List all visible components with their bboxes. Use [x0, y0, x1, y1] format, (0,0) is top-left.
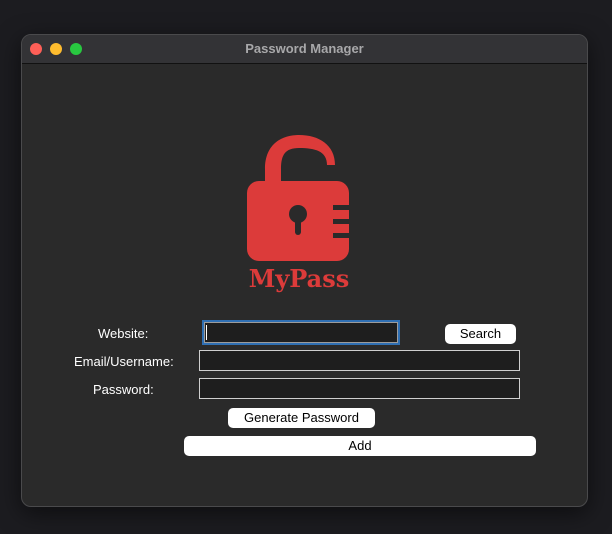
website-label: Website:	[98, 326, 149, 341]
email-input[interactable]	[199, 350, 520, 371]
text-caret	[206, 325, 207, 340]
generate-password-button[interactable]: Generate Password	[228, 408, 375, 428]
search-button[interactable]: Search	[445, 324, 516, 344]
app-window: Password Manager MyPass Website: Search …	[21, 34, 588, 507]
password-input[interactable]	[199, 378, 520, 399]
mypass-logo: MyPass	[247, 135, 350, 293]
title-bar: Password Manager	[22, 35, 587, 64]
window-title: Password Manager	[245, 41, 364, 56]
logo-text: MyPass	[249, 264, 350, 293]
add-button[interactable]: Add	[184, 436, 536, 456]
email-label: Email/Username:	[74, 354, 174, 369]
password-label: Password:	[93, 382, 154, 397]
lock-shackle-icon	[265, 135, 335, 183]
website-input[interactable]	[204, 322, 398, 343]
